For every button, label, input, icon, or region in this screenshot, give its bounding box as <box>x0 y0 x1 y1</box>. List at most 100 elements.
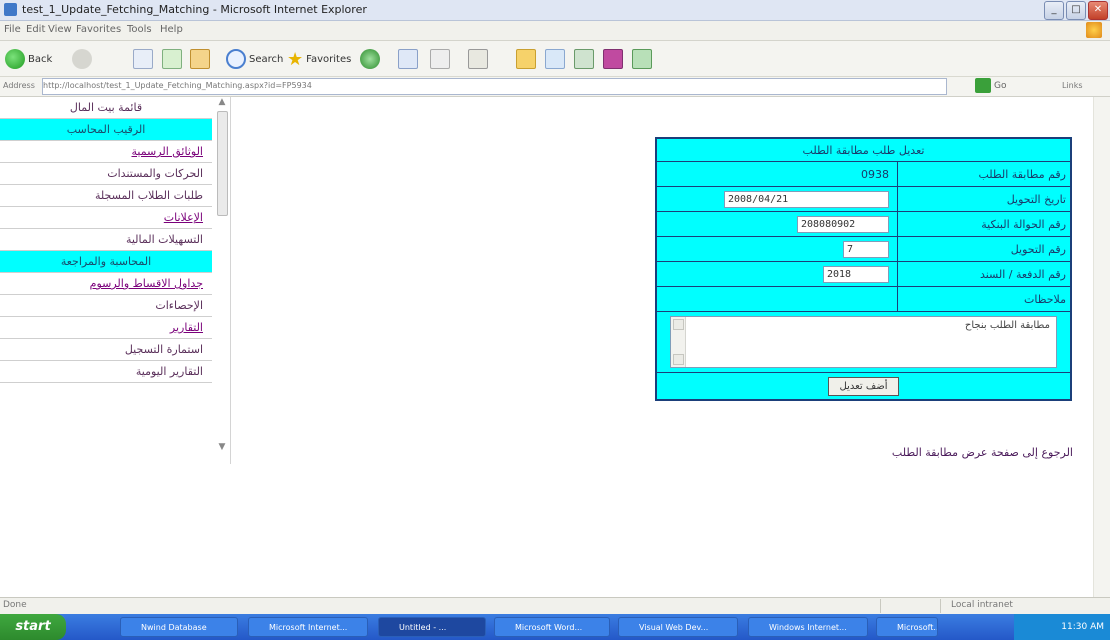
sidebar-item[interactable]: المحاسبة والمراجعة <box>0 251 212 273</box>
textarea-scroll-up-icon[interactable] <box>673 319 684 330</box>
menu-tools[interactable]: Tools <box>127 24 152 35</box>
discuss-button[interactable] <box>545 48 565 70</box>
sidebar-item[interactable]: التسهيلات المالية <box>0 229 212 251</box>
home-icon <box>190 49 210 69</box>
forward-button[interactable] <box>72 48 92 70</box>
sidebar-item[interactable]: الرقيب المحاسب <box>0 119 212 141</box>
textarea-scrollbar[interactable] <box>671 317 686 367</box>
taskbar-button[interactable]: Untitled - ... <box>378 617 486 637</box>
taskbar-button[interactable]: Nwind Database <box>120 617 238 637</box>
stop-button[interactable] <box>133 48 153 70</box>
windows-flag-icon <box>1086 22 1102 38</box>
field-label: تاريخ التحويل <box>897 186 1072 212</box>
sidebar-item[interactable]: الإحصاءات <box>0 295 212 317</box>
textarea-scroll-down-icon[interactable] <box>673 354 684 365</box>
close-icon[interactable]: ✕ <box>1088 1 1108 20</box>
search-label: Search <box>249 53 284 65</box>
field-input[interactable] <box>724 190 889 208</box>
address-label: Address <box>3 81 35 90</box>
submit-button[interactable]: أضف تعديل <box>828 376 899 396</box>
go-arrow-icon <box>975 78 991 93</box>
taskbar-button[interactable]: Microsoft Word... <box>494 617 610 637</box>
submit-row: أضف تعديل <box>655 372 1072 401</box>
sidebar-item[interactable]: الوثائق الرسمية <box>0 141 212 163</box>
menu-help[interactable]: Help <box>160 24 183 35</box>
field-value-cell: 0938 <box>655 161 898 187</box>
menu-view[interactable]: View <box>48 24 72 35</box>
field-input[interactable] <box>797 215 889 233</box>
form-header: تعديل طلب مطابقة الطلب <box>655 137 1072 162</box>
taskbar-button[interactable]: Windows Internet... <box>748 617 868 637</box>
notes-empty-cell <box>655 286 898 312</box>
page-content: قائمة بيت المال الرقيب المحاسب الوثائق الر… <box>0 97 1110 597</box>
folder-button[interactable] <box>516 48 536 70</box>
back-button[interactable]: Back <box>5 48 52 70</box>
title-bar: test_1_Update_Fetching_Matching - Micros… <box>0 0 1110 21</box>
mail-button[interactable] <box>398 48 418 70</box>
taskbar-button[interactable]: Microsoft Internet... <box>248 617 368 637</box>
field-value-cell <box>655 211 898 237</box>
sidebar-item[interactable]: جداول الاقساط والرسوم <box>0 273 212 295</box>
window-controls: _ □ ✕ <box>1044 1 1108 20</box>
taskbar-button[interactable]: Microsoft... <box>876 617 938 637</box>
history-button[interactable] <box>360 48 380 70</box>
notes-text: مطابقة الطلب بنجاح <box>964 320 1050 331</box>
menu-file[interactable]: File <box>4 24 21 35</box>
sidebar-item[interactable]: طلبات الطلاب المسجلة <box>0 185 212 207</box>
back-label: Back <box>28 53 53 65</box>
field-value-cell <box>655 261 898 287</box>
page-scrollbar[interactable] <box>1093 97 1110 597</box>
status-divider <box>940 599 941 613</box>
back-link[interactable]: الرجوع إلى صفحة عرض مطابقة الطلب <box>767 446 1073 459</box>
field-input[interactable] <box>823 265 889 283</box>
minimize-icon[interactable]: _ <box>1044 1 1064 20</box>
links-label[interactable]: Links <box>1062 81 1083 90</box>
sidebar-menu: قائمة بيت المال الرقيب المحاسب الوثائق الر… <box>0 97 212 383</box>
field-value: 0938 <box>861 167 889 181</box>
start-button[interactable]: start <box>0 614 66 640</box>
history-icon <box>360 49 380 69</box>
system-tray: 11:30 AM <box>1014 614 1110 640</box>
menu-favorites[interactable]: Favorites <box>76 24 121 35</box>
field-label: رقم الدفعة / السند <box>897 261 1072 287</box>
clock: 11:30 AM <box>1061 622 1104 632</box>
refresh-icon <box>162 49 182 69</box>
sidebar-item[interactable]: استمارة التسجيل <box>0 339 212 361</box>
edit-button[interactable] <box>468 48 488 70</box>
maximize-icon[interactable]: □ <box>1066 1 1086 20</box>
search-button[interactable]: Search <box>226 48 283 70</box>
address-input[interactable]: http://localhost/test_1_Update_Fetching_… <box>42 78 947 95</box>
sidebar-item[interactable]: قائمة بيت المال <box>0 97 212 119</box>
edit-icon <box>468 49 488 69</box>
go-button[interactable]: Go <box>975 78 1006 93</box>
go-label: Go <box>994 80 1007 91</box>
sidebar-item[interactable]: الإعلانات <box>0 207 212 229</box>
search-icon <box>226 49 246 69</box>
sidebar-item[interactable]: الحركات والمستندات <box>0 163 212 185</box>
sidebar-scrollbar[interactable]: ▲ ▼ <box>215 97 229 454</box>
favorites-button[interactable]: ★ Favorites <box>287 48 351 70</box>
edit-form-table: تعديل طلب مطابقة الطلب 0938 رقم مطابقة ال… <box>655 137 1072 401</box>
home-button[interactable] <box>190 48 210 70</box>
menu-bar: File Edit View Favorites Tools Help <box>0 21 1110 41</box>
field-value-cell <box>655 236 898 262</box>
discuss-icon <box>545 49 565 69</box>
menu-edit[interactable]: Edit <box>26 24 45 35</box>
ie-icon <box>4 3 17 16</box>
taskbar-button[interactable]: Visual Web Dev... <box>618 617 738 637</box>
print-button[interactable] <box>430 48 450 70</box>
scroll-thumb[interactable] <box>217 111 228 216</box>
refresh-button[interactable] <box>162 48 182 70</box>
scroll-up-icon[interactable]: ▲ <box>216 97 228 109</box>
messenger-button[interactable] <box>603 48 623 70</box>
sidebar-item[interactable]: التقارير اليومية <box>0 361 212 383</box>
field-input[interactable] <box>843 240 889 258</box>
notes-textarea[interactable]: مطابقة الطلب بنجاح <box>670 316 1057 368</box>
field-label: رقم الحوالة البنكية <box>897 211 1072 237</box>
sidebar-item[interactable]: التقارير <box>0 317 212 339</box>
back-arrow-icon <box>5 49 25 69</box>
research-button[interactable] <box>574 48 594 70</box>
scroll-down-icon[interactable]: ▼ <box>216 442 228 454</box>
tools-button[interactable] <box>632 48 652 70</box>
window-title: test_1_Update_Fetching_Matching - Micros… <box>22 3 367 16</box>
